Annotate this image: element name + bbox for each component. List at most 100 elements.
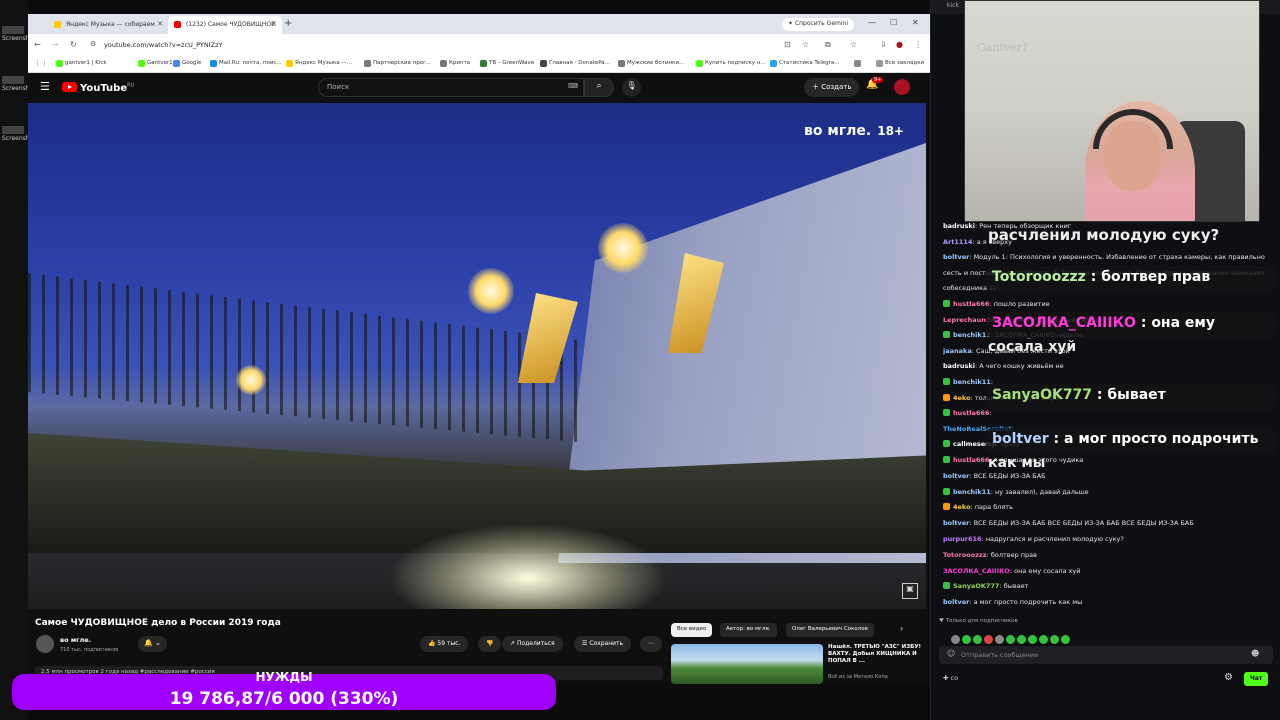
chat-message[interactable]: boltver: а мог просто подрочить как мы xyxy=(943,598,1273,606)
browser-tab[interactable]: Яндекс Музыка — собираем ✕ xyxy=(48,16,168,34)
search-button[interactable]: ⌕ xyxy=(584,78,614,97)
desktop-icon[interactable]: Screensho xyxy=(2,76,33,92)
bookmark-item[interactable]: Gantver1 xyxy=(138,60,173,67)
downloads-icon[interactable]: ⇩ xyxy=(880,40,887,49)
chat-username[interactable]: badruski xyxy=(943,222,975,230)
video-player[interactable]: во мгле. 18+ ▣ xyxy=(28,103,926,609)
chat-username[interactable]: hustla666 xyxy=(953,300,989,308)
emote-icon[interactable] xyxy=(1061,635,1070,644)
bookmark-item[interactable]: Google xyxy=(173,60,201,67)
chat-username[interactable]: boltver xyxy=(943,598,969,606)
chat-username[interactable]: boltver xyxy=(943,519,969,527)
chat-username[interactable]: benchik11 xyxy=(953,378,991,386)
chat-username[interactable]: benchik11 xyxy=(953,488,991,496)
youtube-logo[interactable]: YouTubeRU xyxy=(62,82,134,94)
chat-message[interactable]: badruski: А чего кошку живьём не xyxy=(943,362,1273,370)
chat-input[interactable]: Отправить сообщение xyxy=(939,646,1273,664)
chat-message[interactable]: boltver: ВСЕ БЕДЫ ИЗ-ЗА БАБ xyxy=(943,472,1273,480)
bookmark-item[interactable]: Главная - DonatePa... xyxy=(540,60,610,67)
chat-username[interactable]: purpur616 xyxy=(943,535,982,543)
profile-avatar[interactable]: ● xyxy=(896,40,903,49)
tab-close-icon[interactable]: ✕ xyxy=(271,20,277,28)
emote-icon[interactable] xyxy=(984,635,993,644)
bookmark-item[interactable]: Статистика Telegra... xyxy=(770,60,840,67)
like-button[interactable]: 👍 59 тыс. xyxy=(420,636,469,652)
emote-icon[interactable] xyxy=(951,635,960,644)
bookmark-item[interactable]: Мужские ботинки... xyxy=(618,60,684,67)
chat-username[interactable]: ЗАСОЛКА_САIIIКО xyxy=(943,567,1010,575)
chat-send-button[interactable]: Чат xyxy=(1244,672,1269,686)
emote-icon[interactable] xyxy=(995,635,1004,644)
emote-icon[interactable] xyxy=(973,635,982,644)
dislike-button[interactable]: 👎 xyxy=(478,636,502,652)
chat-username[interactable]: SanyaOK777 xyxy=(953,582,999,590)
recommendation-channel[interactable]: Всё из за Метало Копа xyxy=(828,674,888,680)
new-tab-button[interactable]: + xyxy=(284,18,292,29)
chat-message[interactable]: 4eko: пара блять xyxy=(943,503,1273,511)
browser-tab[interactable]: (1232) Самое ЧУДОВИЩНОЕ ✕ xyxy=(168,16,282,34)
install-icon[interactable]: ⊡ xyxy=(784,40,791,49)
channel-avatar[interactable] xyxy=(36,635,54,653)
chat-username[interactable]: Totorooozzz xyxy=(943,551,987,559)
gear-icon[interactable]: ⚙ xyxy=(1224,672,1233,683)
emote-icon[interactable] xyxy=(1006,635,1015,644)
emote-icon[interactable] xyxy=(1050,635,1059,644)
chat-username[interactable]: boltver xyxy=(943,472,969,480)
chat-user-icon[interactable]: ☺ xyxy=(947,649,955,658)
channel-watermark-icon[interactable]: ▣ xyxy=(902,583,918,599)
chat-message[interactable]: Totorooozzz: болтвер прав xyxy=(943,551,1273,559)
bookmark-item[interactable]: Яндекс Музыка —... xyxy=(286,60,352,67)
chat-username[interactable]: Art1114 xyxy=(943,238,972,246)
menu-icon[interactable]: ⋮ xyxy=(914,40,922,49)
site-info-icon[interactable]: ⚙ xyxy=(90,40,96,48)
subscribe-bell-button[interactable]: 🔔 ⌄ xyxy=(138,636,167,652)
reload-icon[interactable]: ↻ xyxy=(70,40,77,49)
chat-username[interactable]: jaanaka xyxy=(943,347,972,355)
account-avatar[interactable] xyxy=(894,79,910,95)
chat-username[interactable]: 4eko xyxy=(953,394,971,402)
close-window-icon[interactable]: ✕ xyxy=(912,18,919,27)
chat-message[interactable]: boltver: Модуль 1: Психология и уверенно… xyxy=(943,253,1273,261)
chat-username[interactable]: 4eko xyxy=(953,503,971,511)
forward-icon[interactable]: → xyxy=(52,40,59,49)
url-field[interactable]: youtube.com/watch?v=zcU_PYNlZzY xyxy=(104,39,744,52)
emote-icon[interactable] xyxy=(962,635,971,644)
bookmark-star-icon[interactable]: ☆ xyxy=(802,40,809,49)
recommendation-title[interactable]: Нашёл. ТРЕТЬЮ "АЗС" ИЗБУ! ВАХТУ. Добыл Х… xyxy=(828,644,926,665)
chat-username[interactable]: hustla666 xyxy=(953,409,989,417)
emote-icon[interactable] xyxy=(1017,635,1026,644)
create-button[interactable]: ＋ Создать xyxy=(804,78,860,97)
bookmarks-panel-icon[interactable]: ☆ xyxy=(850,40,857,49)
extensions-icon[interactable]: ⧉ xyxy=(825,40,831,50)
filter-chip[interactable]: Олег Валерьевич Соколов xyxy=(786,623,874,637)
bookmark-item[interactable]: TB – GreenWave xyxy=(480,60,534,67)
emoji-icon[interactable]: ☻ xyxy=(1251,649,1259,658)
emote-icon[interactable] xyxy=(1028,635,1037,644)
chat-message[interactable]: benchik11: ну завалил), давай дальше xyxy=(943,487,1273,496)
bookmark-item[interactable]: Партнерские прог... xyxy=(364,60,431,67)
bookmark-item[interactable]: Купить подписку н... xyxy=(696,60,766,67)
chat-username[interactable]: hustla666 xyxy=(953,456,989,464)
apps-icon[interactable]: ⋮⋮ xyxy=(34,59,48,67)
maximize-icon[interactable]: ☐ xyxy=(890,18,897,27)
filter-chip[interactable]: Все видео xyxy=(671,623,713,637)
chat-username[interactable]: boltver xyxy=(943,253,969,261)
minimize-icon[interactable]: — xyxy=(868,18,876,27)
notifications-bell-icon[interactable]: 🔔 9+ xyxy=(866,77,884,90)
filter-chip[interactable]: Автор: во мгле. xyxy=(720,623,777,637)
recommendation-thumbnail[interactable] xyxy=(671,644,823,684)
share-button[interactable]: ↗ Поделиться xyxy=(502,636,563,652)
emote-icon[interactable] xyxy=(1039,635,1048,644)
more-actions-button[interactable]: ⋯ xyxy=(640,636,662,652)
bookmarks-more-icon[interactable]: » xyxy=(854,60,862,67)
bookmark-item[interactable]: Mail.Ru: почта, поис... xyxy=(210,60,282,67)
chat-message[interactable]: hustla666: xyxy=(943,409,1273,417)
chat-username[interactable]: badruski xyxy=(943,362,975,370)
tab-close-icon[interactable]: ✕ xyxy=(157,20,163,28)
chevron-right-icon[interactable]: › xyxy=(900,624,903,633)
gemini-button[interactable]: ✦ Спросить Gemini xyxy=(782,18,854,31)
keyboard-icon[interactable]: ⌨ xyxy=(568,82,578,90)
bookmark-item[interactable]: gantver1 | Kick xyxy=(56,60,107,67)
mic-icon[interactable]: 🎙 xyxy=(622,78,641,97)
bookmark-item[interactable]: Крипта xyxy=(440,60,470,67)
